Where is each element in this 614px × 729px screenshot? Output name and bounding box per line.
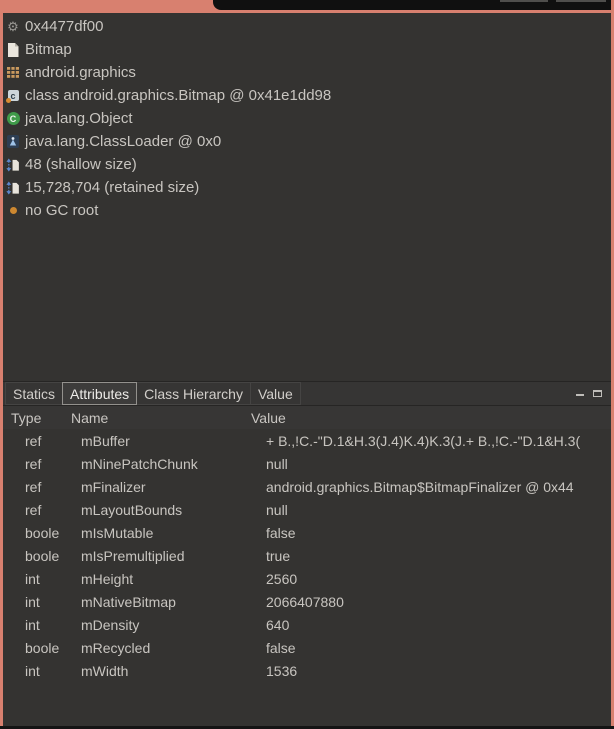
class-icon: c bbox=[6, 88, 20, 103]
classloader-icon bbox=[6, 134, 20, 149]
inactive-tab-stub bbox=[556, 0, 606, 2]
classloader-name: java.lang.ClassLoader @ 0x0 bbox=[25, 133, 221, 150]
memory-analyzer-inspector-panel: ⚙ 0x4477df00 Bitmap android.graphics bbox=[0, 0, 614, 729]
tab-attributes[interactable]: Attributes bbox=[62, 382, 137, 405]
cell-type: ref bbox=[3, 479, 81, 495]
cell-name: mBuffer bbox=[81, 433, 266, 449]
shallow-size: 48 (shallow size) bbox=[25, 156, 137, 173]
package-name: android.graphics bbox=[25, 64, 136, 81]
table-row[interactable]: ref mBuffer + B.,!C.-"D.1&H.3(J.4)K.4)K.… bbox=[3, 429, 611, 452]
attribute-rows: ref mBuffer + B.,!C.-"D.1&H.3(J.4)K.4)K.… bbox=[3, 429, 611, 726]
size-icon bbox=[6, 157, 20, 172]
list-item[interactable]: C java.lang.Object bbox=[6, 107, 611, 130]
inspector-content: ⚙ 0x4477df00 Bitmap android.graphics bbox=[3, 13, 611, 726]
list-item[interactable]: Bitmap bbox=[6, 38, 611, 61]
gc-root-icon bbox=[6, 203, 20, 218]
cell-type: ref bbox=[3, 433, 81, 449]
cell-type: int bbox=[3, 594, 81, 610]
cell-type: int bbox=[3, 617, 81, 633]
minimize-icon[interactable] bbox=[576, 394, 584, 396]
cell-name: mNinePatchChunk bbox=[81, 456, 266, 472]
view-controls bbox=[576, 382, 602, 405]
cell-value: 640 bbox=[266, 617, 611, 633]
table-row[interactable]: boole mIsPremultiplied true bbox=[3, 544, 611, 567]
package-icon bbox=[6, 65, 20, 80]
class-address: class android.graphics.Bitmap @ 0x41e1dd… bbox=[25, 87, 331, 104]
cell-value: false bbox=[266, 525, 611, 541]
cell-name: mWidth bbox=[81, 663, 266, 679]
cell-name: mFinalizer bbox=[81, 479, 266, 495]
column-header-type[interactable]: Type bbox=[3, 410, 71, 426]
cell-name: mRecycled bbox=[81, 640, 266, 656]
cell-value: + B.,!C.-"D.1&H.3(J.4)K.4)K.3(J.+ B.,!C.… bbox=[266, 433, 611, 449]
list-item[interactable]: no GC root bbox=[6, 199, 611, 222]
table-row[interactable]: ref mFinalizer android.graphics.Bitmap$B… bbox=[3, 475, 611, 498]
cell-name: mIsPremultiplied bbox=[81, 548, 266, 564]
cell-type: boole bbox=[3, 525, 81, 541]
list-item[interactable]: 15,728,704 (retained size) bbox=[6, 176, 611, 199]
table-row[interactable]: ref mLayoutBounds null bbox=[3, 498, 611, 521]
maximize-icon[interactable] bbox=[593, 390, 602, 397]
size-icon bbox=[6, 180, 20, 195]
cell-type: ref bbox=[3, 502, 81, 518]
list-item[interactable]: c class android.graphics.Bitmap @ 0x41e1… bbox=[6, 84, 611, 107]
cell-value: 2560 bbox=[266, 571, 611, 587]
tab-class-hierarchy[interactable]: Class Hierarchy bbox=[136, 382, 251, 405]
tab-value[interactable]: Value bbox=[250, 382, 301, 405]
cell-value: 2066407880 bbox=[266, 594, 611, 610]
cell-value: 1536 bbox=[266, 663, 611, 679]
table-row[interactable]: int mNativeBitmap 2066407880 bbox=[3, 590, 611, 613]
object-icon: ⚙ bbox=[6, 19, 20, 34]
table-row[interactable]: int mWidth 1536 bbox=[3, 659, 611, 682]
cell-type: boole bbox=[3, 640, 81, 656]
list-item[interactable]: 48 (shallow size) bbox=[6, 153, 611, 176]
table-row[interactable]: int mDensity 640 bbox=[3, 613, 611, 636]
class-green-icon: C bbox=[6, 111, 20, 126]
table-row[interactable]: int mHeight 2560 bbox=[3, 567, 611, 590]
table-row[interactable]: ref mNinePatchChunk null bbox=[3, 452, 611, 475]
cell-name: mLayoutBounds bbox=[81, 502, 266, 518]
table-row[interactable]: boole mRecycled false bbox=[3, 636, 611, 659]
cell-name: mNativeBitmap bbox=[81, 594, 266, 610]
list-item[interactable]: java.lang.ClassLoader @ 0x0 bbox=[6, 130, 611, 153]
superclass-name: java.lang.Object bbox=[25, 110, 133, 127]
cell-value: null bbox=[266, 456, 611, 472]
column-header-name[interactable]: Name bbox=[71, 410, 251, 426]
column-header-value[interactable]: Value bbox=[251, 410, 611, 426]
top-bar bbox=[213, 0, 614, 10]
inspector-tab-bar: Statics Attributes Class Hierarchy Value bbox=[3, 382, 611, 405]
list-item[interactable]: android.graphics bbox=[6, 61, 611, 84]
panel-left-border bbox=[0, 0, 3, 726]
cell-name: mIsMutable bbox=[81, 525, 266, 541]
cell-name: mHeight bbox=[81, 571, 266, 587]
cell-value: false bbox=[266, 640, 611, 656]
class-simple-name: Bitmap bbox=[25, 41, 72, 58]
cell-value: null bbox=[266, 502, 611, 518]
gc-root-status: no GC root bbox=[25, 202, 98, 219]
cell-value: android.graphics.Bitmap$BitmapFinalizer … bbox=[266, 479, 611, 495]
document-icon bbox=[6, 42, 20, 57]
cell-value: true bbox=[266, 548, 611, 564]
cell-type: boole bbox=[3, 548, 81, 564]
retained-size: 15,728,704 (retained size) bbox=[25, 179, 199, 196]
cell-name: mDensity bbox=[81, 617, 266, 633]
inactive-tab-stub bbox=[500, 0, 548, 2]
list-item[interactable]: ⚙ 0x4477df00 bbox=[6, 15, 611, 38]
table-row[interactable]: boole mIsMutable false bbox=[3, 521, 611, 544]
object-summary-pane: ⚙ 0x4477df00 Bitmap android.graphics bbox=[3, 13, 611, 381]
object-address: 0x4477df00 bbox=[25, 18, 103, 35]
cell-type: int bbox=[3, 663, 81, 679]
tab-statics[interactable]: Statics bbox=[5, 382, 63, 405]
table-header: Type Name Value bbox=[3, 406, 611, 429]
cell-type: int bbox=[3, 571, 81, 587]
cell-type: ref bbox=[3, 456, 81, 472]
